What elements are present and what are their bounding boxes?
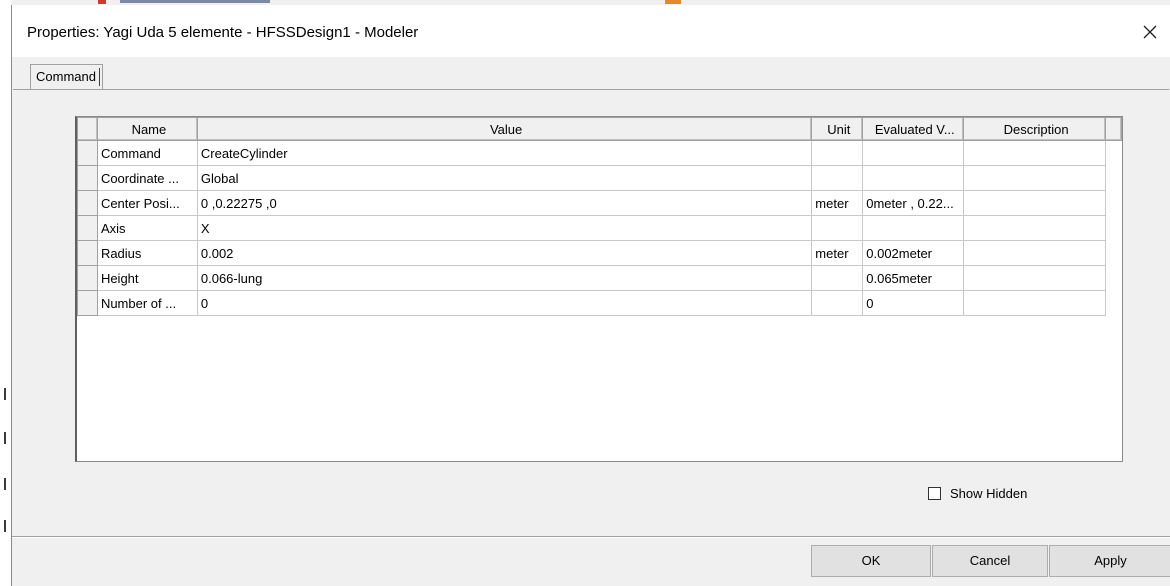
column-header-unit[interactable]: Unit [811,117,864,141]
cell-name[interactable]: Axis [96,215,198,241]
apply-button[interactable]: Apply [1049,545,1170,577]
cell-value[interactable]: 0.002 [196,240,813,266]
cell-unit[interactable]: meter [811,190,864,216]
cell-description[interactable] [963,240,1106,266]
cell-evaluated[interactable]: 0.002meter [862,240,965,266]
row-header[interactable] [77,165,98,191]
cell-unit[interactable] [811,290,864,316]
corner-cell [77,117,98,141]
row-header[interactable] [77,215,98,241]
cancel-button[interactable]: Cancel [932,545,1048,577]
cell-unit[interactable]: meter [811,240,864,266]
row-header[interactable] [77,240,98,266]
cell-description[interactable] [963,265,1106,291]
cell-description[interactable] [963,215,1106,241]
cell-name[interactable]: Center Posi... [96,190,198,216]
cell-evaluated[interactable]: 0 [862,290,965,316]
cell-name[interactable]: Command [96,140,198,166]
title-bar: Properties: Yagi Uda 5 elemente - HFSSDe… [12,5,1170,57]
column-header-evaluated-value[interactable]: Evaluated V... [862,117,965,141]
table-row[interactable]: Number of ... 0 0 [77,290,1122,316]
tab-edge [98,68,100,86]
table-row[interactable]: Command CreateCylinder [77,140,1122,166]
table-row[interactable]: Radius 0.002 meter 0.002meter [77,240,1122,266]
row-header[interactable] [77,140,98,166]
show-hidden-label: Show Hidden [950,486,1028,501]
close-button[interactable] [1130,15,1170,51]
background-text [120,0,270,3]
table-row[interactable]: Center Posi... 0 ,0.22275 ,0 meter 0mete… [77,190,1122,216]
property-table: Name Value Unit Evaluated V... Descripti… [77,117,1122,316]
checkbox-box[interactable] [928,487,941,500]
column-header-name[interactable]: Name [96,117,198,141]
cell-value[interactable]: 0 ,0.22275 ,0 [196,190,813,216]
background-icon [665,0,681,4]
ok-button[interactable]: OK [811,545,931,577]
background-window-edge [0,0,11,586]
tab-panel-command: Name Value Unit Evaluated V... Descripti… [13,89,1169,509]
cell-value[interactable]: 0.066-lung [196,265,813,291]
cell-evaluated[interactable] [862,165,965,191]
cell-description[interactable] [963,190,1106,216]
footer-divider-highlight [12,537,1170,538]
cell-evaluated[interactable] [862,140,965,166]
table-row[interactable]: Axis X [77,215,1122,241]
column-header-description[interactable]: Description [963,117,1106,141]
close-icon [1143,25,1157,39]
row-header[interactable] [77,265,98,291]
cell-name[interactable]: Height [96,265,198,291]
cell-value[interactable]: 0 [196,290,813,316]
cell-name[interactable]: Radius [96,240,198,266]
column-header-filler [1105,117,1122,141]
cell-unit[interactable] [811,265,864,291]
cell-unit[interactable] [811,140,864,166]
cell-evaluated[interactable]: 0.065meter [862,265,965,291]
cell-evaluated[interactable] [862,215,965,241]
cell-name[interactable]: Number of ... [96,290,198,316]
tab-command[interactable]: Command [30,64,103,90]
table-header-row: Name Value Unit Evaluated V... Descripti… [77,117,1122,141]
column-header-value[interactable]: Value [196,117,813,141]
cell-description[interactable] [963,165,1106,191]
table-row[interactable]: Height 0.066-lung 0.065meter [77,265,1122,291]
cell-description[interactable] [963,140,1106,166]
cell-value[interactable]: CreateCylinder [196,140,813,166]
tab-label: Command [36,69,96,84]
cell-value[interactable]: Global [196,165,813,191]
cell-unit[interactable] [811,215,864,241]
cell-name[interactable]: Coordinate ... [96,165,198,191]
cell-value[interactable]: X [196,215,813,241]
cell-evaluated[interactable]: 0meter , 0.22... [862,190,965,216]
background-icon [98,0,106,4]
dialog-title: Properties: Yagi Uda 5 elemente - HFSSDe… [27,24,419,41]
row-header[interactable] [77,290,98,316]
property-grid[interactable]: Name Value Unit Evaluated V... Descripti… [75,116,1123,462]
table-row[interactable]: Coordinate ... Global [77,165,1122,191]
properties-dialog: Properties: Yagi Uda 5 elemente - HFSSDe… [11,5,1170,586]
cell-description[interactable] [963,290,1106,316]
row-header[interactable] [77,190,98,216]
cell-unit[interactable] [811,165,864,191]
